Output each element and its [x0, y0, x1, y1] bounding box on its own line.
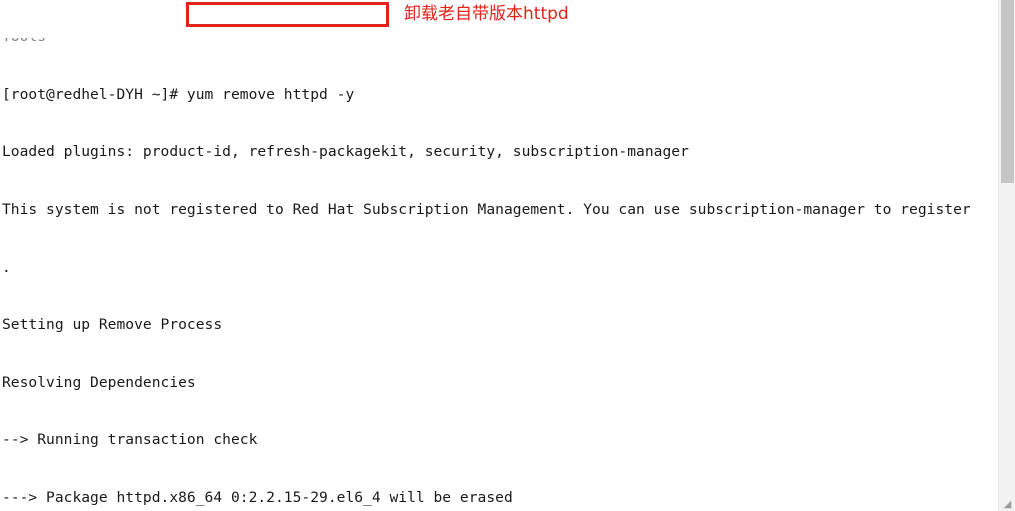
annotation-note: 卸载老自带版本httpd [404, 4, 569, 24]
terminal-clipped-line: Tools [0, 38, 998, 46]
resize-grip-icon: ◢ [1003, 499, 1012, 510]
terminal-line: . [2, 258, 11, 276]
scrollbar-thumb[interactable] [1001, 0, 1014, 183]
terminal-line: Resolving Dependencies [2, 373, 196, 391]
terminal-line: Setting up Remove Process [2, 316, 223, 334]
terminal-line: --> Running transaction check [2, 431, 258, 449]
vertical-scrollbar[interactable]: ◢ [998, 0, 1015, 511]
terminal-line: [root@redhel-DYH ~]# yum remove httpd -y [2, 85, 355, 103]
terminal-line: Loaded plugins: product-id, refresh-pack… [2, 143, 689, 161]
terminal-output[interactable]: Tools [root@redhel-DYH ~]# yum remove ht… [0, 0, 998, 511]
terminal-line: ---> Package httpd.x86_64 0:2.2.15-29.el… [2, 488, 513, 506]
terminal-line: This system is not registered to Red Hat… [2, 201, 971, 218]
terminal-window: Tools [root@redhel-DYH ~]# yum remove ht… [0, 0, 1015, 511]
